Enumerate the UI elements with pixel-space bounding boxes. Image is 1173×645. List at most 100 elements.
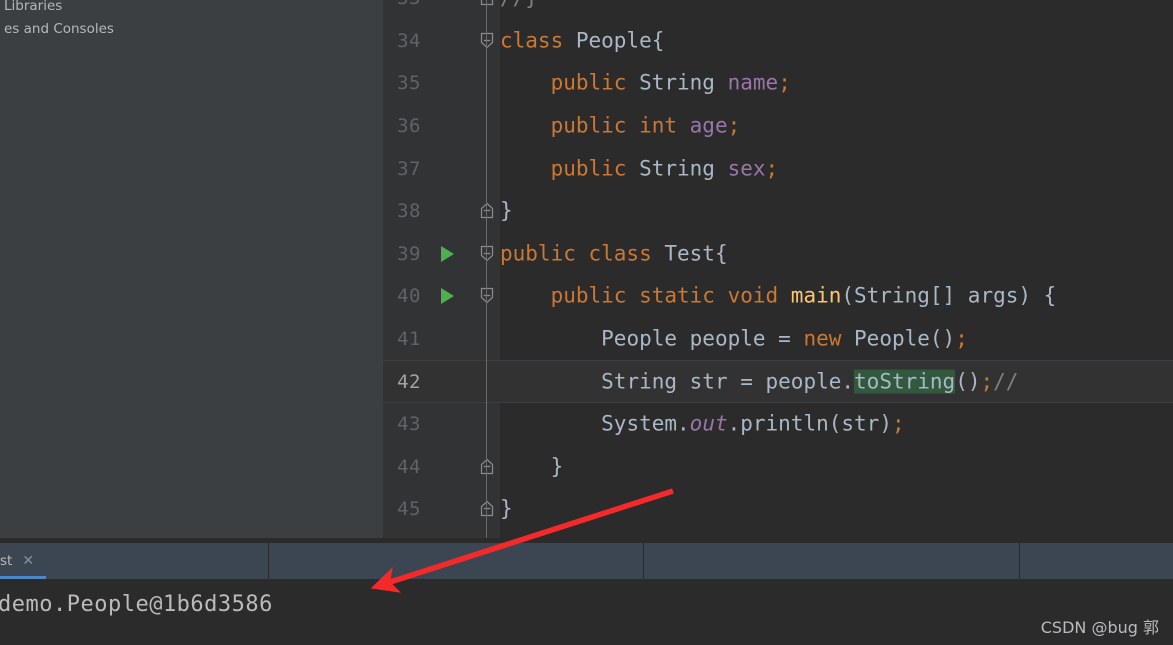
line-number: 37 [397,157,421,180]
code-text: String str = people.toString();// [500,369,1019,394]
line-number: 42 [397,370,421,393]
code-line[interactable]: 33 //} [383,0,1173,20]
code-line[interactable]: 34 class People{ [383,20,1173,63]
code-text: //} [500,0,538,9]
code-editor[interactable]: 33 //} 34 class People{ 35 public String nam… [383,0,1173,538]
code-line[interactable]: 41 People people = new People(); [383,318,1173,361]
code-token: Test [664,241,715,266]
ide-window: Libraries es and Consoles 33 //} 34 class P… [0,0,1173,645]
line-number: 45 [397,498,421,521]
line-number: 39 [397,242,421,265]
fold-guide-line [486,228,487,538]
line-number: 38 [397,200,421,223]
code-token: out [689,411,728,436]
run-gutter-icon[interactable] [441,245,454,262]
code-text: } [500,198,513,223]
code-token: //} [500,0,538,10]
line-number: 40 [397,285,421,308]
code-token: public [550,156,640,181]
code-text: public static void main(String[] args) { [500,283,1057,308]
code-token: age [689,113,728,138]
code-token: ; [980,369,994,394]
run-tool-window: st ✕ demo.People@1b6d3586 CSDN @bug 郭 [0,538,1173,645]
close-icon[interactable]: ✕ [22,554,34,568]
code-token: new [803,326,855,351]
run-tab-test[interactable]: st ✕ [0,543,34,579]
code-line[interactable]: 37 public String sex; [383,147,1173,190]
line-number: 35 [397,72,421,95]
code-line[interactable]: 44 } [383,446,1173,489]
line-number: 33 [383,0,421,9]
code-text: System.out.println(str); [500,411,905,436]
code-token: ; [891,411,905,436]
tab-divider [1019,543,1020,579]
code-token: (String[] args) { [841,283,1057,308]
fold-start-icon[interactable] [478,31,496,51]
tab-divider [268,543,269,579]
code-token: sex [727,156,766,181]
code-token: () [955,369,981,394]
fold-end-icon[interactable] [478,0,496,8]
code-token: ; [778,70,791,95]
line-number: 41 [397,328,421,351]
fold-start-icon[interactable] [478,244,496,264]
code-token: } [500,454,564,479]
watermark: CSDN @bug 郭 [1040,618,1159,637]
code-text: class People{ [500,30,664,51]
fold-end-icon[interactable] [478,457,496,477]
code-token: People() [854,326,956,351]
tab-divider [643,543,644,579]
tree-item-label: es and Consoles [4,21,114,37]
line-number: 43 [397,413,421,436]
tree-item-label: Libraries [4,0,63,14]
code-token: // [993,369,1019,394]
code-token: main [790,283,842,308]
code-line[interactable]: 36 public int age; [383,105,1173,148]
code-text: People people = new People(); [500,326,968,351]
code-token: ; [955,326,968,351]
code-token: public class [500,241,665,266]
code-line[interactable]: 35 public String name; [383,62,1173,105]
code-line[interactable]: 38} [383,190,1173,233]
tree-item-scratches-and-consoles[interactable]: es and Consoles [0,19,114,40]
code-token: People people = [601,326,804,351]
run-tab-bar: st ✕ [0,543,1173,579]
code-token: toString [854,369,956,394]
code-text: public String sex; [500,156,779,181]
code-line[interactable]: 39 public class Test{ [383,233,1173,276]
run-tab-label: st [0,553,13,569]
line-number: 36 [397,115,421,138]
fold-end-icon[interactable] [478,499,496,519]
code-token: .println(str) [727,411,892,436]
project-tool-panel: Libraries es and Consoles [0,0,383,538]
code-line[interactable]: 40 public static void main(String[] args… [383,275,1173,318]
code-line[interactable]: 43 System.out.println(str); [383,403,1173,446]
code-token: ; [727,113,741,138]
code-token: name [727,70,779,95]
code-line[interactable]: 45} [383,488,1173,531]
fold-end-icon[interactable] [478,201,496,221]
run-gutter-icon[interactable] [441,288,454,305]
editor-code-area[interactable]: 33 //} 34 class People{ 35 public String nam… [383,0,1173,538]
tree-item-libraries[interactable]: Libraries [0,0,62,17]
code-token: String [639,70,728,95]
code-token: public int [550,113,690,138]
code-token: } [500,496,513,521]
console-output-panel[interactable]: demo.People@1b6d3586 CSDN @bug 郭 [0,579,1173,645]
code-token: } [500,198,513,223]
code-text: } [500,496,513,521]
code-token: System. [601,411,690,436]
code-text: public class Test{ [500,243,728,264]
fold-start-icon[interactable] [478,286,496,306]
console-output-line: demo.People@1b6d3586 [0,592,273,617]
code-text: } [500,454,564,479]
line-number: 34 [397,29,421,52]
code-line[interactable]: 42 String str = people.toString();// [383,360,1173,403]
